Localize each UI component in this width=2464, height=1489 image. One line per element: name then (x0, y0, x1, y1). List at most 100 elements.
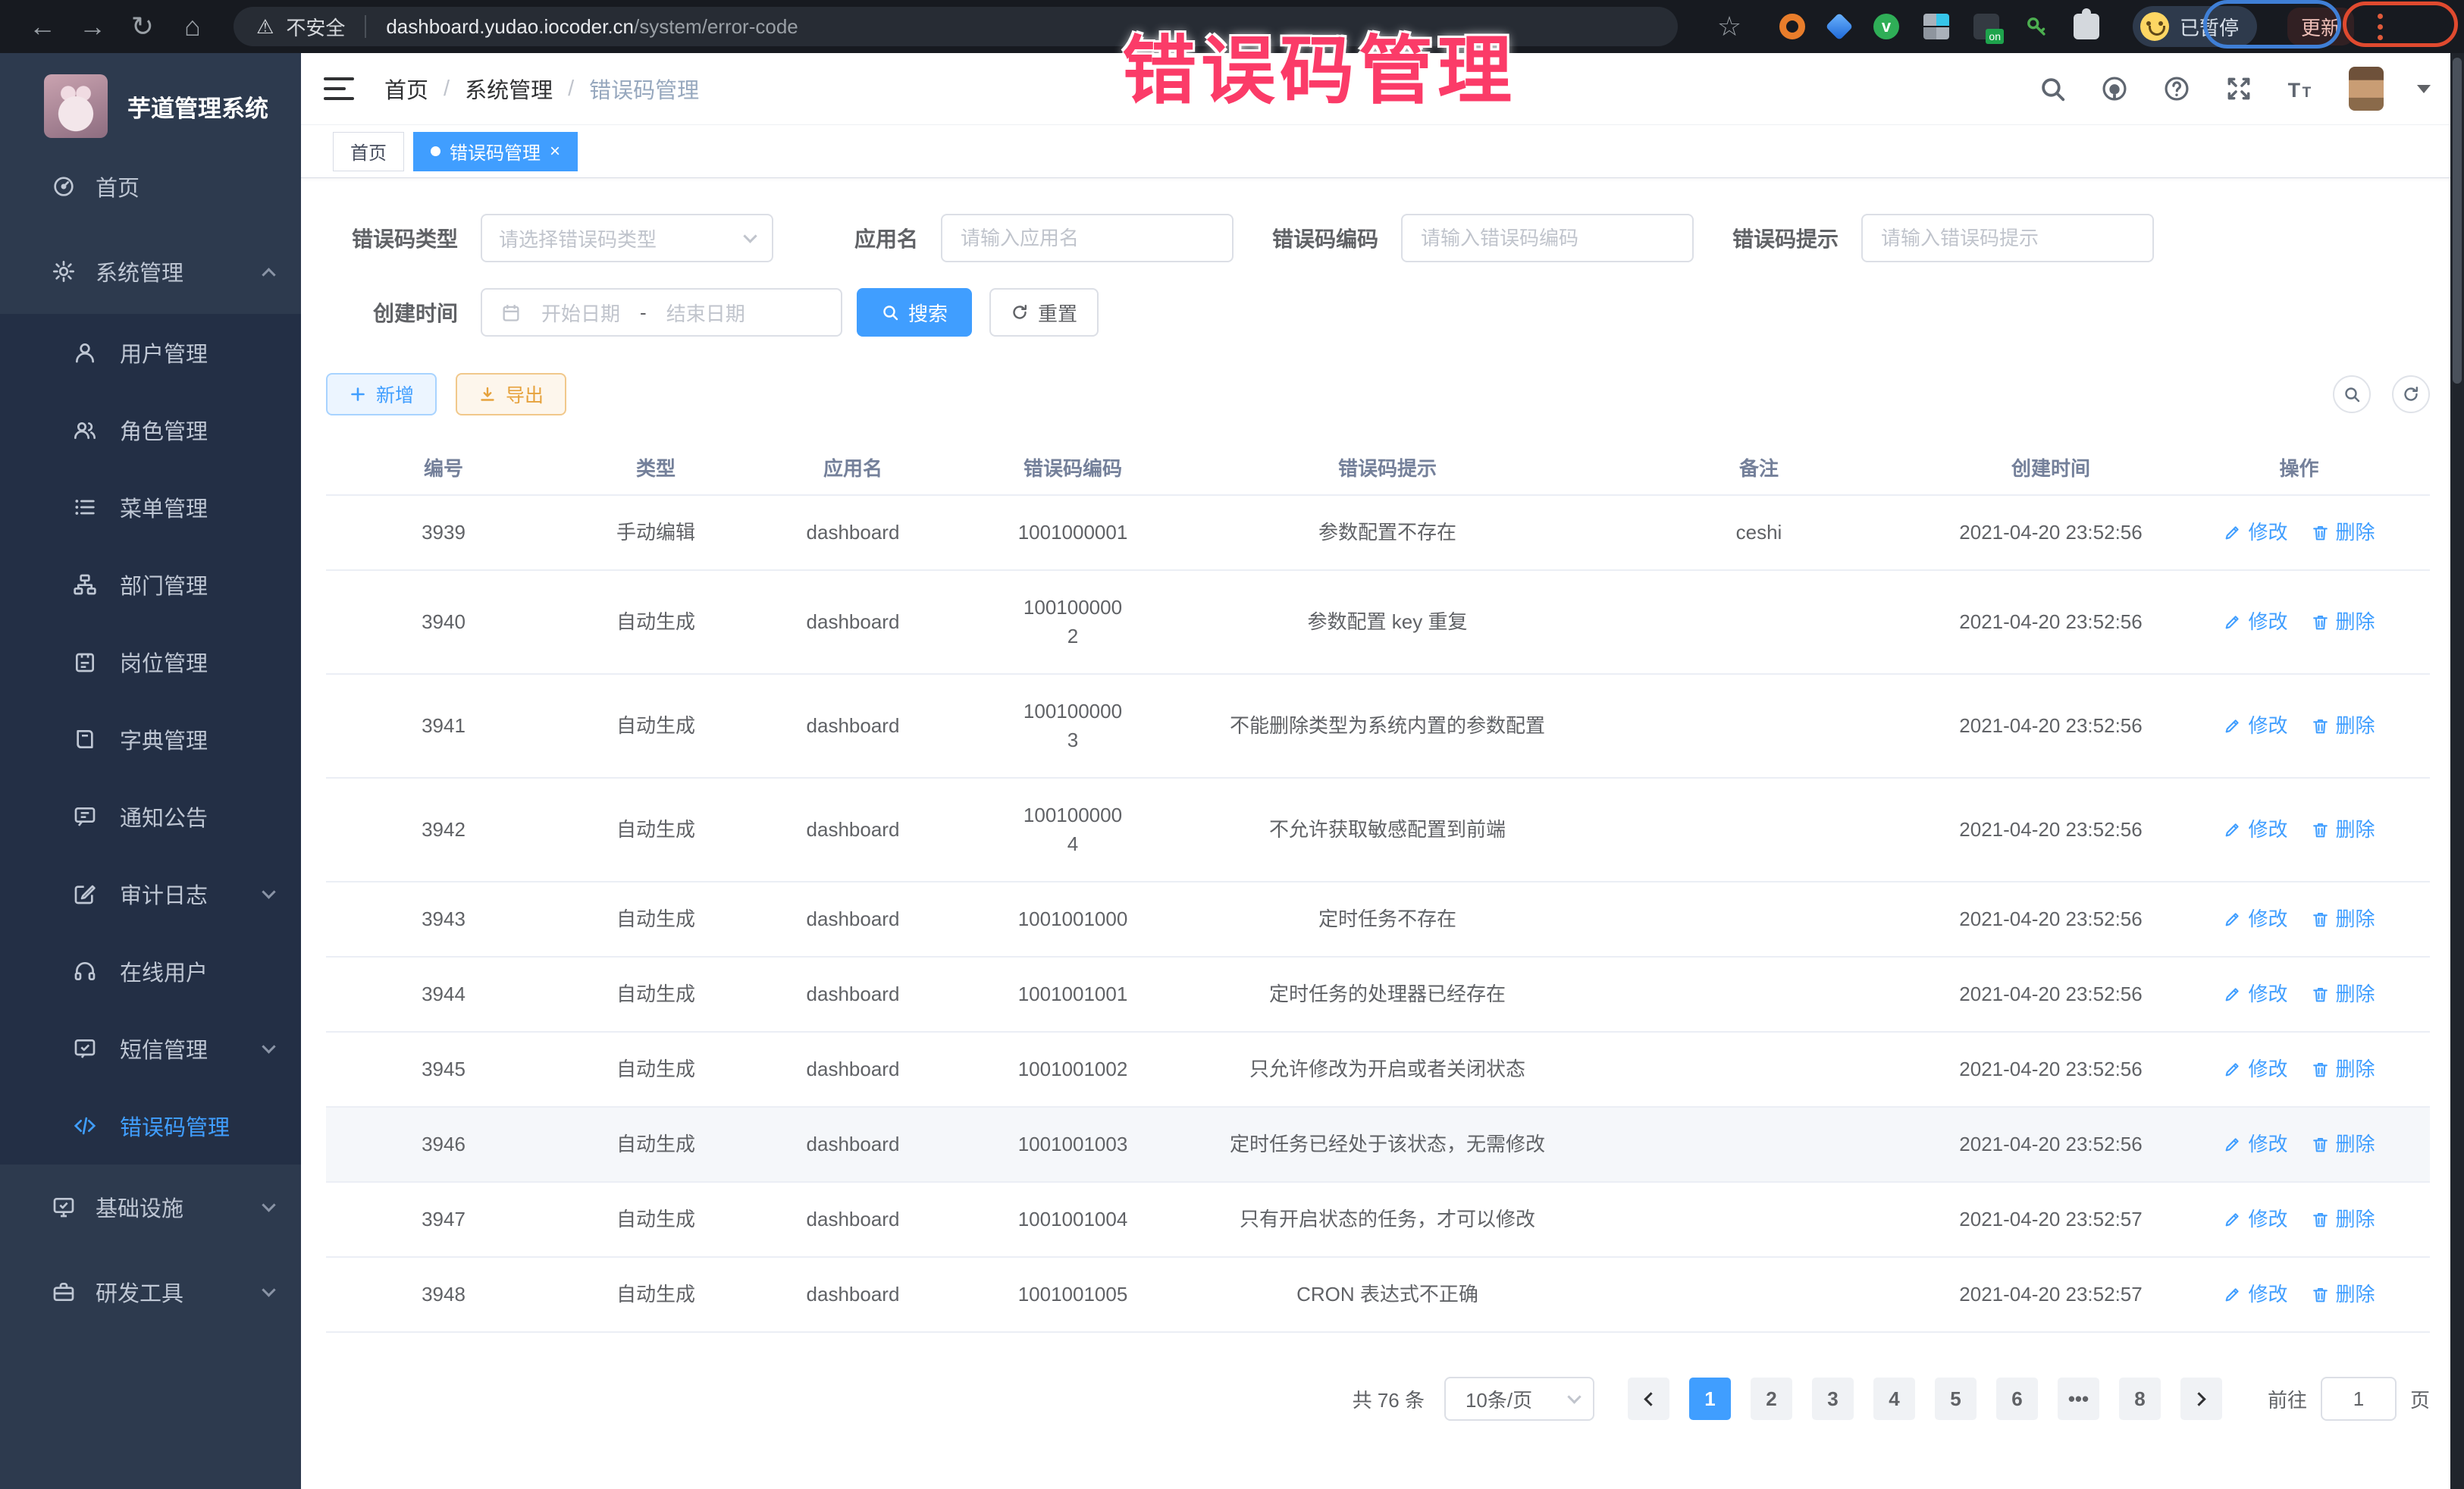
page-size-select[interactable]: 10条/页 (1444, 1377, 1594, 1421)
hamburger-icon[interactable] (324, 77, 354, 100)
fullscreen-icon[interactable] (2224, 74, 2253, 103)
avatar-dropdown-caret-icon[interactable] (2417, 85, 2431, 93)
edit-link[interactable]: 修改 (2223, 1205, 2287, 1234)
browser-reload-icon[interactable]: ↻ (123, 13, 162, 40)
pencil-icon (2223, 716, 2242, 735)
sidebar-item-devtools[interactable]: 研发工具 (0, 1249, 301, 1334)
extension-orange-ring-icon[interactable] (1779, 14, 1805, 39)
cell-remark: ceshi (1585, 496, 1933, 569)
extension-green-icon[interactable]: v (1873, 14, 1899, 39)
sidebar-item-user[interactable]: 用户管理 (0, 314, 301, 391)
goto-page-input[interactable] (2321, 1377, 2397, 1421)
browser-home-icon[interactable]: ⌂ (173, 13, 212, 40)
edit-link[interactable]: 修改 (2223, 712, 2287, 741)
delete-link[interactable]: 删除 (2311, 1130, 2375, 1159)
sidebar-item-error-code[interactable]: 错误码管理 (0, 1087, 301, 1165)
github-icon[interactable] (2100, 74, 2129, 103)
search-icon[interactable] (2038, 74, 2067, 103)
cell-id: 3945 (326, 1033, 561, 1106)
extensions-puzzle-icon[interactable] (2074, 14, 2099, 39)
page-number-button[interactable]: 1 (1689, 1378, 1731, 1420)
browser-forward-icon[interactable]: → (73, 13, 112, 40)
delete-link[interactable]: 删除 (2311, 1055, 2375, 1084)
next-page-button[interactable] (2180, 1378, 2222, 1420)
delete-link[interactable]: 删除 (2311, 980, 2375, 1009)
tab-home[interactable]: 首页 (333, 132, 404, 171)
cell-code: 1001000003 (955, 675, 1190, 777)
browser-profile-chip[interactable]: 已暂停 (2133, 6, 2257, 47)
delete-link[interactable]: 删除 (2311, 608, 2375, 637)
sidebar-item-audit[interactable]: 审计日志 (0, 855, 301, 933)
help-icon[interactable] (2162, 74, 2191, 103)
table-row: 3940 自动生成 dashboard 1001000002 参数配置 key … (326, 571, 2430, 675)
sidebar-item-sms[interactable]: 短信管理 (0, 1010, 301, 1087)
add-button[interactable]: 新增 (326, 373, 437, 415)
edit-link[interactable]: 修改 (2223, 816, 2287, 845)
sidebar-item-dept[interactable]: 部门管理 (0, 546, 301, 623)
sidebar-item-infra[interactable]: 基础设施 (0, 1165, 301, 1249)
page-number-button[interactable]: 3 (1812, 1378, 1854, 1420)
cell-type: 自动生成 (561, 1108, 751, 1181)
page-number-button[interactable]: 2 (1751, 1378, 1792, 1420)
error-hint-input[interactable] (1879, 226, 2136, 251)
breadcrumb-system[interactable]: 系统管理 (465, 73, 553, 105)
breadcrumb-home[interactable]: 首页 (384, 73, 428, 105)
sidebar-item-post[interactable]: 岗位管理 (0, 623, 301, 701)
sidebar-item-system[interactable]: 系统管理 (0, 229, 301, 314)
page-number-button[interactable]: 6 (1996, 1378, 2038, 1420)
refresh-table-button[interactable] (2392, 375, 2430, 413)
browser-back-icon[interactable]: ← (23, 13, 62, 40)
sidebar-item-notice[interactable]: 通知公告 (0, 778, 301, 855)
extension-blue-gem-icon[interactable] (1826, 13, 1854, 41)
cell-hint: 定时任务不存在 (1190, 882, 1585, 956)
tab-error-code[interactable]: 错误码管理 × (413, 132, 578, 171)
edit-link[interactable]: 修改 (2223, 905, 2287, 934)
profile-status-label: 已暂停 (2180, 13, 2239, 41)
sidebar-item-role[interactable]: 角色管理 (0, 391, 301, 469)
toggle-search-button[interactable] (2333, 375, 2371, 413)
page-number-button[interactable]: ••• (2058, 1378, 2099, 1420)
edit-link[interactable]: 修改 (2223, 980, 2287, 1009)
export-button[interactable]: 导出 (456, 373, 566, 415)
extension-key-icon[interactable] (2024, 14, 2049, 39)
delete-link[interactable]: 删除 (2311, 519, 2375, 547)
delete-link[interactable]: 删除 (2311, 816, 2375, 845)
page-number-button[interactable]: 5 (1935, 1378, 1977, 1420)
font-size-icon[interactable] (2287, 74, 2315, 103)
extension-tiles-icon[interactable] (1923, 14, 1949, 39)
user-avatar[interactable] (2349, 67, 2384, 111)
reset-button[interactable]: 重置 (989, 288, 1099, 337)
error-type-select[interactable]: 请选择错误码类型 (481, 214, 773, 262)
close-icon[interactable]: × (550, 143, 560, 161)
browser-address-bar[interactable]: ⚠ 不安全 dashboard.yudao.iocoder.cn/system/… (234, 7, 1678, 46)
delete-link[interactable]: 删除 (2311, 1281, 2375, 1309)
app-logo (44, 74, 108, 138)
edit-link[interactable]: 修改 (2223, 519, 2287, 547)
scrollbar-thumb[interactable] (2453, 58, 2462, 384)
delete-link[interactable]: 删除 (2311, 1205, 2375, 1234)
edit-link[interactable]: 修改 (2223, 1130, 2287, 1159)
bookmark-star-icon[interactable]: ☆ (1710, 13, 1749, 40)
edit-link[interactable]: 修改 (2223, 608, 2287, 637)
app-name-input[interactable] (959, 226, 1215, 251)
date-range-picker[interactable]: 开始日期 - 结束日期 (481, 288, 842, 337)
url-path: /system/error-code (634, 15, 798, 38)
browser-update-button[interactable]: 更新 (2287, 8, 2354, 45)
edit-link[interactable]: 修改 (2223, 1281, 2287, 1309)
browser-menu-icon[interactable] (2377, 14, 2383, 40)
error-code-input[interactable] (1419, 226, 1676, 251)
delete-link[interactable]: 删除 (2311, 905, 2375, 934)
sidebar-item-menu[interactable]: 菜单管理 (0, 469, 301, 546)
page-number-button[interactable]: 4 (1873, 1378, 1915, 1420)
delete-link[interactable]: 删除 (2311, 712, 2375, 741)
prev-page-button[interactable] (1628, 1378, 1669, 1420)
page-number-button[interactable]: 8 (2119, 1378, 2161, 1420)
sidebar-item-home[interactable]: 首页 (0, 144, 301, 229)
search-button[interactable]: 搜索 (857, 288, 972, 337)
sidebar-item-dict[interactable]: 字典管理 (0, 701, 301, 778)
page-scrollbar[interactable] (2450, 53, 2464, 1489)
sidebar-logo[interactable]: 芋道管理系统 (0, 53, 301, 144)
edit-link[interactable]: 修改 (2223, 1055, 2287, 1084)
sidebar-item-online[interactable]: 在线用户 (0, 933, 301, 1010)
extension-switch-icon[interactable]: on (1973, 14, 1999, 39)
